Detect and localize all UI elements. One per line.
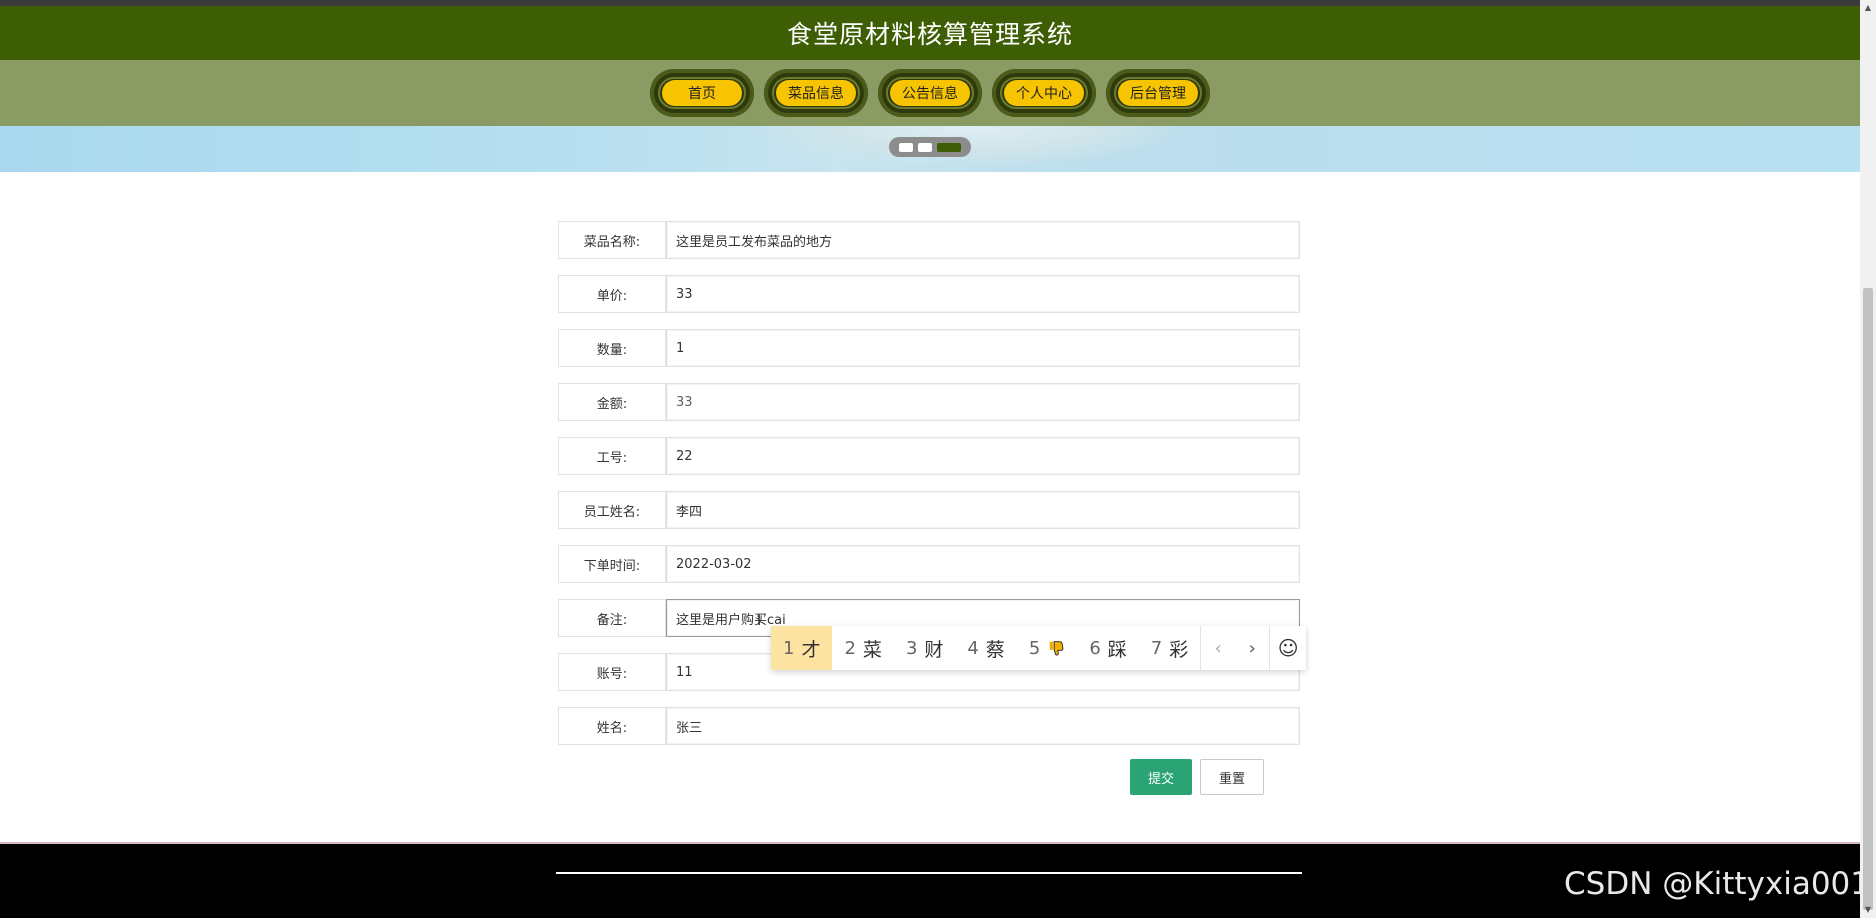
- nav-item-personal-center[interactable]: 个人中心: [992, 69, 1096, 117]
- ime-candidate[interactable]: 3财: [894, 626, 955, 670]
- text-cursor-icon: I: [757, 613, 762, 629]
- field-label: 数量:: [558, 329, 666, 367]
- form-row-name: 姓名:: [558, 707, 1300, 745]
- order-time-input[interactable]: [667, 546, 1299, 582]
- ime-candidate-number: 2: [844, 637, 856, 659]
- form-row-employee-id: 工号:: [558, 437, 1300, 475]
- reset-button[interactable]: 重置: [1200, 759, 1264, 795]
- carousel-dot-3[interactable]: [937, 142, 961, 152]
- form-row-quantity: 数量:: [558, 329, 1300, 367]
- employee-name-input[interactable]: [667, 492, 1299, 528]
- ime-candidate[interactable]: 2菜: [832, 626, 893, 670]
- dish-name-input[interactable]: [667, 222, 1299, 258]
- field-box: [666, 707, 1300, 745]
- nav-item-label: 公告信息: [890, 80, 970, 106]
- ime-candidate[interactable]: 4蔡: [955, 626, 1016, 670]
- field-box: [666, 491, 1300, 529]
- field-label: 备注:: [558, 599, 666, 637]
- ime-candidate[interactable]: 6踩: [1077, 626, 1138, 670]
- field-box: [666, 275, 1300, 313]
- ime-candidate[interactable]: 5: [1017, 626, 1077, 670]
- ime-candidate-text: 才: [801, 638, 821, 661]
- form-actions: 提交 重置: [1130, 759, 1264, 795]
- ime-candidate-text: 财: [924, 638, 944, 661]
- nav-item-label: 个人中心: [1004, 80, 1084, 106]
- nav-item-label: 首页: [662, 80, 742, 106]
- nav-item-label: 菜品信息: [776, 80, 856, 106]
- carousel-indicator: [889, 137, 971, 157]
- name-input[interactable]: [667, 708, 1299, 744]
- ime-candidate-text: 彩: [1169, 638, 1189, 661]
- ime-candidate-bar: 1才 2菜 3财 4蔡 5 6踩 7彩 ‹ › ☺: [771, 626, 1306, 670]
- field-label: 单价:: [558, 275, 666, 313]
- submit-button[interactable]: 提交: [1130, 759, 1192, 795]
- nav-item-announcements[interactable]: 公告信息: [878, 69, 982, 117]
- field-box: [666, 383, 1300, 421]
- order-form: 菜品名称: 单价: 数量: 金额: 工号: 员工姓名: 下单时间: 备注: 账号…: [558, 221, 1300, 761]
- ime-candidate-number: 3: [905, 637, 918, 659]
- field-box: [666, 221, 1300, 259]
- quantity-input[interactable]: [667, 330, 1299, 366]
- field-label: 菜品名称:: [558, 221, 666, 259]
- field-label: 账号:: [558, 653, 666, 691]
- footer-divider: [556, 872, 1302, 874]
- thumbs-down-icon: [1050, 641, 1064, 656]
- nav-item-dishes[interactable]: 菜品信息: [764, 69, 868, 117]
- ime-candidate-number: 4: [967, 637, 979, 659]
- form-row-dish-name: 菜品名称:: [558, 221, 1300, 259]
- form-row-order-time: 下单时间:: [558, 545, 1300, 583]
- field-label: 工号:: [558, 437, 666, 475]
- field-box: [666, 545, 1300, 583]
- ime-prev-page-icon[interactable]: ‹: [1201, 638, 1235, 659]
- scroll-down-icon[interactable]: ▼: [1863, 905, 1873, 915]
- employee-id-input[interactable]: [667, 438, 1299, 474]
- page-scrollbar[interactable]: ▲ ▼: [1860, 0, 1876, 918]
- field-label: 金额:: [558, 383, 666, 421]
- ime-candidate[interactable]: 7彩: [1139, 626, 1200, 670]
- main-nav: 首页 菜品信息 公告信息 个人中心 后台管理: [0, 60, 1860, 126]
- nav-item-label: 后台管理: [1118, 80, 1198, 106]
- ime-page-controls: ‹ ›: [1200, 626, 1269, 670]
- site-header: 食堂原材料核算管理系统: [0, 6, 1860, 60]
- ime-candidate-number: 6: [1089, 637, 1101, 659]
- field-box: [666, 437, 1300, 475]
- ime-candidate-number: 7: [1150, 637, 1163, 659]
- carousel-dot-2[interactable]: [918, 142, 932, 152]
- field-label: 姓名:: [558, 707, 666, 745]
- unit-price-input[interactable]: [667, 276, 1299, 312]
- scrollbar-thumb[interactable]: [1863, 288, 1873, 910]
- footer-top-border: [0, 842, 1860, 844]
- amount-input[interactable]: [667, 384, 1299, 420]
- field-label: 员工姓名:: [558, 491, 666, 529]
- nav-item-admin[interactable]: 后台管理: [1106, 69, 1210, 117]
- ime-next-page-icon[interactable]: ›: [1235, 638, 1269, 659]
- ime-candidate-text: 踩: [1107, 638, 1127, 661]
- ime-candidate-text: 菜: [862, 638, 882, 661]
- carousel-dot-1[interactable]: [899, 142, 913, 152]
- ime-candidate-text: 蔡: [985, 638, 1005, 661]
- ime-candidate-number: 5: [1028, 637, 1041, 659]
- form-row-amount: 金额:: [558, 383, 1300, 421]
- field-box: [666, 329, 1300, 367]
- form-row-unit-price: 单价:: [558, 275, 1300, 313]
- form-row-employee-name: 员工姓名:: [558, 491, 1300, 529]
- site-title: 食堂原材料核算管理系统: [786, 20, 1073, 49]
- scroll-up-icon[interactable]: ▲: [1863, 3, 1873, 13]
- field-label: 下单时间:: [558, 545, 666, 583]
- ime-candidate[interactable]: 1才: [771, 626, 833, 670]
- ime-candidate-number: 1: [783, 637, 795, 659]
- nav-item-home[interactable]: 首页: [650, 69, 754, 117]
- ime-emoji-icon[interactable]: ☺: [1269, 626, 1306, 670]
- watermark-text: CSDN @Kittyxia001: [1564, 866, 1870, 902]
